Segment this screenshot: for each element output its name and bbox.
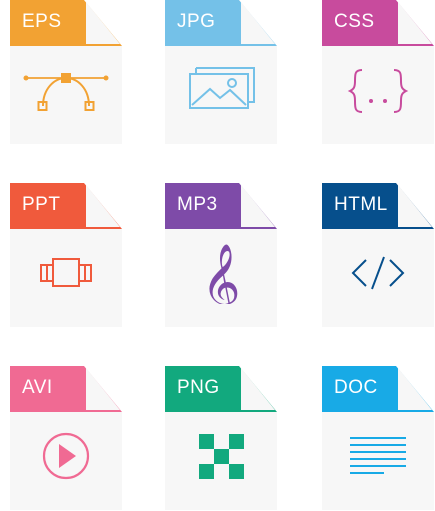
file-mp3-label: MP3: [177, 194, 218, 215]
file-avi-label: AVI: [22, 377, 53, 398]
checker-icon: [199, 434, 244, 479]
file-css[interactable]: CSS: [322, 0, 434, 144]
file-png[interactable]: PNG: [165, 366, 277, 510]
file-doc-label: DOC: [334, 377, 378, 398]
bezier-curve-icon: [23, 73, 109, 111]
file-avi[interactable]: AVI: [10, 366, 122, 510]
file-html-label: HTML: [334, 194, 388, 215]
file-mp3[interactable]: MP3 𝄞: [165, 183, 277, 327]
presentation-icon: [40, 258, 92, 287]
file-jpg[interactable]: JPG: [165, 0, 277, 144]
treble-clef-icon: 𝄞: [201, 244, 240, 304]
file-png-label: PNG: [177, 377, 220, 398]
file-jpg-label: JPG: [177, 11, 216, 32]
file-css-label: CSS: [334, 11, 375, 32]
file-eps[interactable]: EPS: [10, 0, 122, 144]
play-icon: [42, 432, 90, 480]
file-html[interactable]: HTML: [322, 183, 434, 327]
file-ppt-label: PPT: [22, 194, 61, 215]
file-doc[interactable]: DOC: [322, 366, 434, 510]
file-eps-label: EPS: [22, 11, 62, 32]
svg-text:𝄞: 𝄞: [201, 244, 240, 304]
text-lines-icon: [350, 437, 406, 474]
curly-braces-icon: [347, 69, 409, 113]
code-tags-icon: [351, 256, 405, 290]
file-ppt[interactable]: PPT: [10, 183, 122, 327]
image-icon: [189, 67, 255, 109]
